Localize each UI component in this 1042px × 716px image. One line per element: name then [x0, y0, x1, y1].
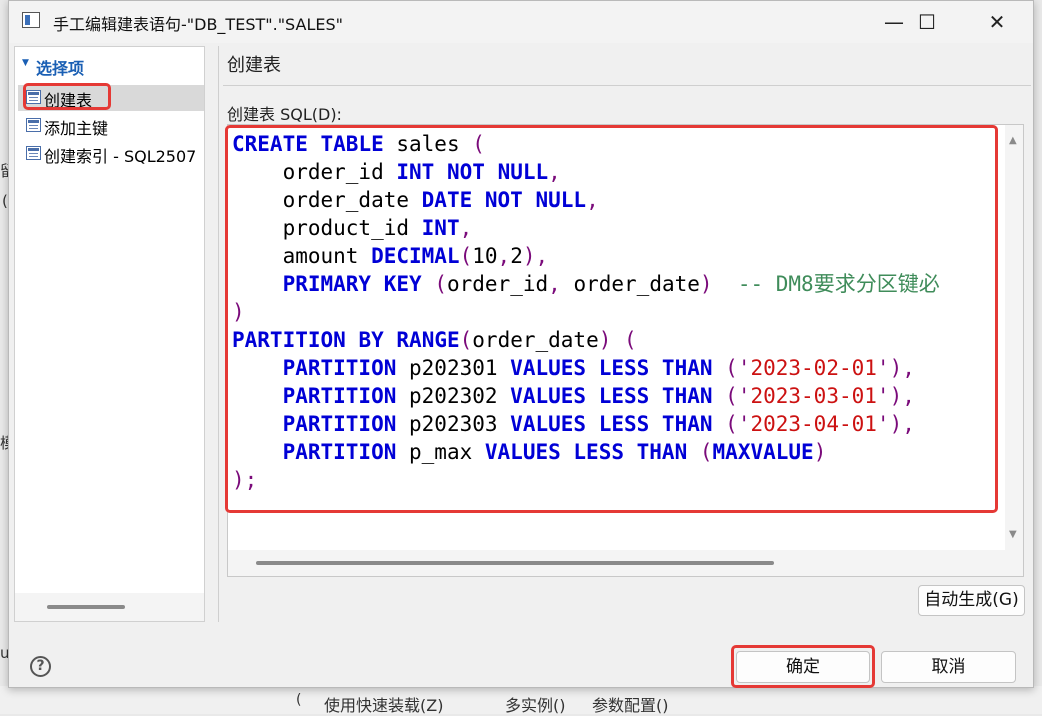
- sidebar-item-label: 创建索引 - SQL2507: [44, 147, 197, 166]
- scroll-up-arrow-icon[interactable]: ▲: [1009, 135, 1017, 146]
- cancel-button[interactable]: 取消: [881, 651, 1016, 683]
- ok-button[interactable]: 确定: [736, 651, 870, 683]
- panel-divider: [218, 46, 219, 622]
- scroll-down-arrow-icon[interactable]: ▼: [1009, 529, 1017, 540]
- scrollbar-thumb[interactable]: [256, 561, 774, 565]
- edit-create-table-dialog: 手工编辑建表语句-"DB_TEST"."SALES" — ☐ ✕ ▼ 选择项 创…: [8, 0, 1034, 688]
- selected-item-highlight: [23, 83, 111, 110]
- sidebar-item-label: 添加主键: [44, 119, 109, 138]
- help-icon[interactable]: ?: [30, 656, 51, 677]
- background-fragment: 参数配置(): [592, 696, 669, 715]
- auto-generate-button[interactable]: 自动生成(G): [918, 585, 1025, 616]
- sidebar-item-create-index[interactable]: 创建索引 - SQL2507: [18, 141, 204, 167]
- editor-vertical-scrollbar[interactable]: ▲ ▼: [1005, 125, 1023, 576]
- background-fragment: 多实例(): [505, 696, 566, 715]
- expand-arrow-icon[interactable]: ▼: [22, 58, 29, 68]
- sql-field-label: 创建表 SQL(D):: [227, 105, 342, 124]
- selection-header[interactable]: ▼ 选择项: [15, 47, 204, 81]
- table-icon: [26, 146, 41, 160]
- close-button[interactable]: ✕: [974, 1, 1020, 43]
- sidebar-item-add-primary-key[interactable]: 添加主键: [18, 113, 204, 139]
- page-title: 创建表: [227, 55, 281, 76]
- sql-code[interactable]: CREATE TABLE sales ( order_id INT NOT NU…: [232, 130, 940, 494]
- background-fragment: (: [2, 192, 8, 210]
- background-fragment: 使用快速装载(Z): [324, 696, 444, 715]
- scrollbar-thumb[interactable]: [47, 605, 125, 609]
- selection-header-label: 选择项: [36, 59, 85, 78]
- sidebar-horizontal-scrollbar[interactable]: [15, 593, 204, 621]
- background-fragment: (: [296, 692, 302, 708]
- editor-horizontal-scrollbar[interactable]: [228, 550, 1023, 576]
- title-divider: [223, 85, 1031, 86]
- window-title: 手工编辑建表语句-"DB_TEST"."SALES": [53, 15, 343, 34]
- table-icon: [26, 118, 41, 132]
- selection-panel: ▼ 选择项 创建表 添加主键 创建索引 - SQL2507: [14, 46, 205, 622]
- sql-editor[interactable]: CREATE TABLE sales ( order_id INT NOT NU…: [227, 124, 1024, 577]
- window-icon: [22, 12, 40, 28]
- maximize-button[interactable]: ☐: [904, 1, 950, 43]
- title-bar[interactable]: 手工编辑建表语句-"DB_TEST"."SALES" — ☐ ✕: [9, 1, 1033, 43]
- background-toolbar: ( 使用快速装载(Z) 多实例() 参数配置(): [0, 686, 1042, 715]
